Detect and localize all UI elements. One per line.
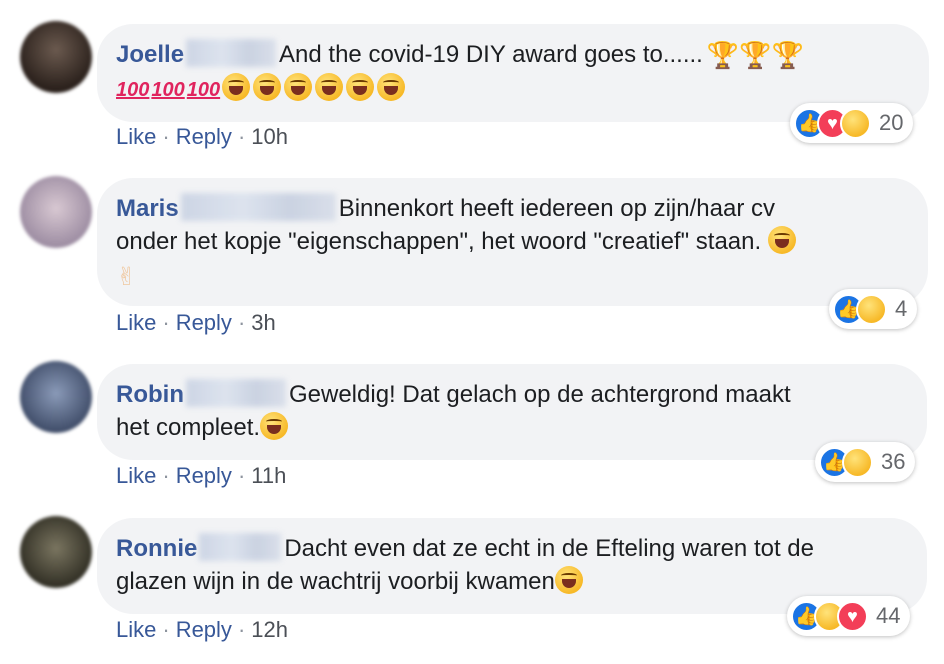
comment-text-line2: het compleet. (116, 414, 261, 441)
comment-actions: Like · Reply · 11h (116, 463, 286, 489)
trophy-emoji: 🏆🏆🏆 (706, 40, 804, 70)
reaction-summary[interactable]: 👍 4 (829, 289, 918, 329)
rofl-emoji (377, 73, 406, 101)
like-button[interactable]: Like (116, 310, 156, 335)
comment-author[interactable]: Robin (116, 381, 184, 408)
reply-button[interactable]: Reply (176, 124, 232, 149)
ok-hand-emoji: ✌ (116, 262, 137, 291)
separator-dot: · (237, 124, 246, 149)
reaction-summary[interactable]: 👍 36 (815, 442, 916, 482)
rofl-emoji (284, 73, 313, 101)
rofl-emoji (315, 73, 344, 101)
separator-dot: · (162, 124, 170, 149)
reply-button[interactable]: Reply (176, 617, 232, 642)
redacted-surname (199, 533, 282, 561)
rofl-emoji (222, 73, 251, 101)
separator-dot: · (237, 617, 246, 642)
reaction-summary[interactable]: 👍 ♥ 44 (787, 596, 911, 636)
comment-bubble: Maris Binnenkort heeft iedereen op zijn/h… (97, 178, 928, 306)
reaction-count: 20 (879, 110, 904, 135)
separator-dot: · (162, 463, 170, 488)
separator-dot: · (162, 617, 170, 642)
comment-bubble: Robin Geweldig! Dat gelach op de achtergr… (97, 364, 927, 460)
hundred-emoji: 100 (186, 79, 221, 101)
like-button[interactable]: Like (116, 463, 156, 488)
rofl-emoji (253, 73, 282, 101)
redacted-surname (180, 193, 336, 221)
smirk-emoji (767, 226, 796, 254)
comment-timestamp[interactable]: 12h (251, 617, 288, 642)
comment-text-line2: onder het kopje "eigenschappen", het woo… (116, 228, 762, 255)
comment-author[interactable]: Ronnie (116, 535, 197, 562)
reply-button[interactable]: Reply (176, 463, 232, 488)
haha-icon (840, 107, 871, 139)
rofl-emoji (346, 73, 375, 101)
like-button[interactable]: Like (116, 124, 156, 149)
comment-timestamp[interactable]: 11h (251, 463, 286, 488)
avatar[interactable] (20, 21, 92, 93)
comment-actions: Like · Reply · 3h (116, 310, 276, 336)
reaction-count: 36 (881, 449, 906, 474)
avatar[interactable] (20, 361, 92, 433)
reaction-count: 44 (876, 603, 901, 628)
comment-list: Joelle And the covid-19 DIY award goes to… (0, 0, 944, 664)
comment-timestamp[interactable]: 3h (251, 310, 275, 335)
rofl-emoji (260, 412, 289, 440)
confused-emoji (554, 566, 583, 594)
reply-button[interactable]: Reply (176, 310, 232, 335)
love-icon: ♥ (837, 600, 868, 632)
comment-author[interactable]: Maris (116, 195, 179, 222)
haha-icon (842, 446, 873, 478)
comment-text-line2: glazen wijn in de wachtrij voorbij kwame… (116, 568, 555, 595)
comment-text: And the covid-19 DIY award goes to...... (279, 41, 703, 68)
comment-author[interactable]: Joelle (116, 41, 184, 68)
avatar[interactable] (20, 176, 92, 248)
comment-actions: Like · Reply · 12h (116, 617, 288, 643)
haha-icon (856, 293, 887, 325)
separator-dot: · (237, 310, 246, 335)
hundred-emoji: 100 (151, 79, 185, 101)
comment-text-line1: Dacht even dat ze echt in de Efteling wa… (284, 535, 814, 562)
reaction-summary[interactable]: 👍 ♥ 20 (790, 103, 914, 143)
separator-dot: · (162, 310, 170, 335)
like-button[interactable]: Like (116, 617, 156, 642)
comment-text-line1: Geweldig! Dat gelach op de achtergrond m… (288, 381, 791, 408)
avatar[interactable] (20, 516, 92, 588)
separator-dot: · (237, 463, 246, 488)
hundred-emoji: 100 (116, 79, 150, 101)
emoji-line: 100 100 100 (116, 73, 408, 102)
reaction-count: 4 (895, 296, 908, 321)
comment-actions: Like · Reply · 10h (116, 124, 288, 150)
comment-timestamp[interactable]: 10h (251, 124, 288, 149)
redacted-surname (185, 379, 286, 407)
redacted-surname (186, 39, 277, 67)
comment-text-line1: Binnenkort heeft iedereen op zijn/haar c… (338, 195, 775, 222)
